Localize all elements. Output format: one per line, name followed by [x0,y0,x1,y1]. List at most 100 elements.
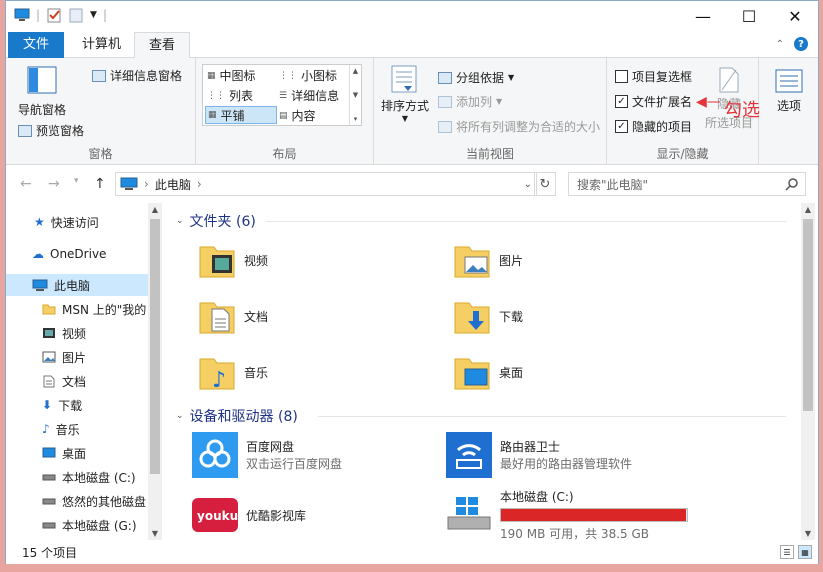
folder-tile-videos[interactable]: 视频 [198,241,268,279]
nav-scrollbar[interactable]: ▲ ▼ [148,203,162,540]
device-tile-drive-c[interactable]: 本地磁盘 (C:) 190 MB 可用，共 38.5 GB [446,488,688,542]
group-label-show-hide: 显示/隐藏 [656,147,709,161]
video-folder-icon [199,246,235,278]
sort-by-button[interactable]: 排序方式 ▼ [378,64,432,123]
devices-header[interactable]: ⌄ 设备和驱动器 (8) [176,406,298,426]
address-bar[interactable]: › 此电脑 › ⌄ [115,172,537,196]
search-icon[interactable] [785,177,799,191]
breadcrumb-separator: › [144,177,149,191]
details-view-icon[interactable]: ☰ [780,545,794,559]
folder-tile-music[interactable]: ♪ 音乐 [198,353,268,391]
document-folder-icon [199,302,235,334]
nav-item-other-drive[interactable]: 悠然的其他磁盘 [6,490,148,512]
address-row: ← → ▾ ↑ › 此电脑 › ⌄ ↻ 搜索"此电脑" [6,165,818,203]
tab-computer[interactable]: 计算机 [68,32,135,58]
properties-icon[interactable] [46,7,62,23]
file-extensions-checkbox[interactable]: ✓ [615,95,628,108]
layout-details[interactable]: ☰ 详细信息 [279,87,339,104]
tab-view[interactable]: 查看 [134,32,191,59]
tab-file[interactable]: 文件 [8,32,64,58]
hidden-items-checkbox[interactable]: ✓ [615,120,628,133]
nav-item-videos[interactable]: 视频 [6,322,148,344]
options-button[interactable]: 选项 [766,68,812,114]
content-scroll-thumb[interactable] [803,219,813,411]
nav-item-this-pc[interactable]: 此电脑 [6,274,148,296]
status-bar: 15 个项目 ☰ ▦ [6,540,818,564]
help-icon[interactable]: ? [794,37,808,51]
annotation-label: 勾选 [724,100,760,121]
address-dropdown-icon[interactable]: ⌄ [524,179,532,190]
content-scrollbar[interactable]: ▲ ▼ [801,203,815,540]
folder-tile-documents[interactable]: 文档 [198,297,268,335]
fit-columns-button[interactable]: 将所有列调整为合适的大小 [438,118,600,135]
up-icon[interactable]: ↑ [94,176,106,192]
gallery-up-icon[interactable]: ▲ [353,67,358,75]
item-checkboxes-checkbox[interactable] [615,70,628,83]
folder-tile-pictures[interactable]: 图片 [453,241,523,279]
layout-small-icons[interactable]: ⋮⋮ 小图标 [279,67,337,84]
file-extensions-option[interactable]: ✓ 文件扩展名 [615,93,692,110]
layout-option-label: 内容 [291,109,316,123]
group-by-button[interactable]: 分组依据 ▼ [438,69,514,86]
nav-pane-icon [27,66,57,94]
layout-gallery-scroll[interactable]: ▲ ▼ ▾ [349,65,361,125]
scroll-up-icon[interactable]: ▲ [148,205,162,214]
nav-item-drive-g[interactable]: 本地磁盘 (G:) [6,514,148,536]
nav-item-desktop[interactable]: 桌面 [6,442,148,464]
nav-pane-button[interactable]: 导航窗格 [12,66,72,118]
device-tile-router-guard[interactable]: 路由器卫士 最好用的路由器管理软件 [446,432,632,478]
divider [266,221,786,222]
scroll-down-icon[interactable]: ▼ [801,529,815,538]
new-folder-icon[interactable] [68,7,84,23]
nav-item-quick-access[interactable]: ★ 快速访问 [6,211,148,233]
nav-item-downloads[interactable]: ⬇ 下载 [6,394,148,416]
layout-medium-icons[interactable]: ▦ 中图标 [207,67,256,84]
device-tile-youku[interactable]: youku 优酷影视库 [192,492,306,538]
gallery-more-icon[interactable]: ▾ [354,115,358,123]
minimize-icon[interactable]: — [680,1,726,31]
computer-icon[interactable] [14,7,30,23]
folder-tile-desktop[interactable]: 桌面 [453,353,523,391]
folder-tile-downloads[interactable]: 下载 [453,297,523,335]
search-input[interactable]: 搜索"此电脑" [568,172,806,196]
layout-tiles[interactable]: ▦ 平铺 [205,106,277,124]
windows-drive-icon [447,497,491,530]
close-icon[interactable]: ✕ [772,1,818,31]
details-pane-button[interactable]: 详细信息窗格 [92,67,182,84]
qat-dropdown-icon[interactable]: ▼ [90,10,97,20]
nav-item-msn[interactable]: MSN 上的"我的 [6,298,148,320]
quick-access-toolbar: | ▼ | [14,7,107,23]
large-icons-view-icon[interactable]: ▦ [798,545,812,559]
nav-item-label: 下载 [58,398,83,413]
item-checkboxes-option[interactable]: 项目复选框 [615,68,692,85]
back-icon[interactable]: ← [20,176,32,192]
preview-pane-button[interactable]: 预览窗格 [18,122,84,139]
nav-item-documents[interactable]: 文档 [6,370,148,392]
collapse-icon: ⌄ [176,216,184,226]
refresh-icon[interactable]: ↻ [534,172,556,196]
nav-item-onedrive[interactable]: ☁ OneDrive [6,243,148,265]
recent-locations-icon[interactable]: ▾ [74,176,79,186]
breadcrumb-this-pc[interactable]: 此电脑 [155,176,191,193]
add-columns-button[interactable]: 添加列 ▼ [438,93,502,110]
hidden-items-option[interactable]: ✓ 隐藏的项目 [615,118,692,135]
scroll-down-icon[interactable]: ▼ [148,529,162,538]
device-tile-baidu[interactable]: 百度网盘 双击运行百度网盘 [192,432,342,478]
folders-header[interactable]: ⌄ 文件夹 (6) [176,211,256,231]
nav-scroll-thumb[interactable] [150,219,160,474]
collapse-ribbon-icon[interactable]: ⌃ [776,39,784,50]
layout-content[interactable]: ▤ 内容 [279,107,316,124]
layout-list[interactable]: ⋮⋮ 列表 [207,87,253,104]
svg-text:♪: ♪ [212,368,226,391]
nav-item-pictures[interactable]: 图片 [6,346,148,368]
download-folder-icon [454,302,490,334]
search-placeholder: 搜索"此电脑" [577,177,649,192]
options-icon [775,69,803,93]
nav-item-music[interactable]: ♪ 音乐 [6,418,148,440]
explorer-window: | ▼ | — ☐ ✕ 文件 计算机 查看 ⌃ ? 导航窗格 预览窗格 详细信息… [5,0,819,564]
scroll-up-icon[interactable]: ▲ [801,205,815,214]
maximize-icon[interactable]: ☐ [726,1,772,31]
forward-icon[interactable]: → [48,176,60,192]
gallery-down-icon[interactable]: ▼ [353,91,358,99]
nav-item-drive-c[interactable]: 本地磁盘 (C:) [6,466,148,488]
